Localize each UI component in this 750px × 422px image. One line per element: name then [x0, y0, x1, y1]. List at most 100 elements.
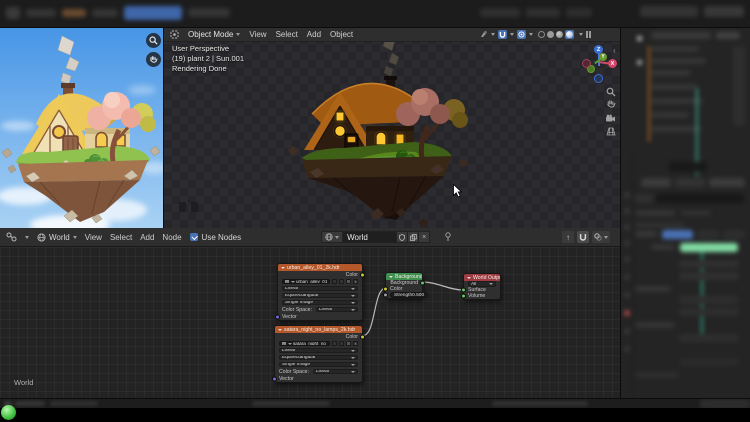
gizmo-y-axis[interactable]: Y [599, 53, 607, 61]
image-datablock[interactable]: satara_night_no_lamps_2k.hdr [279, 341, 330, 347]
node-header[interactable]: satara_night_no_lamps_2k.hdr [275, 326, 362, 333]
menu-select[interactable]: Select [276, 30, 298, 39]
vector-input-socket[interactable] [275, 314, 280, 319]
overlays-button[interactable] [592, 231, 610, 243]
mode-dropdown[interactable]: Object Mode [188, 30, 240, 39]
fake-user-button[interactable] [397, 231, 408, 243]
viewport-3d[interactable]: Object Mode View Select Add Object [163, 28, 620, 228]
volume-input-socket[interactable] [461, 294, 466, 299]
node-env-texture-2[interactable]: satara_night_no_lamps_2k.hdr Color satar… [274, 325, 363, 383]
viewport-header: Object Mode View Select Add Object [164, 28, 620, 42]
sidebar-toggle-arrow[interactable]: ‹ [613, 46, 616, 55]
world-datablock: World × [321, 231, 430, 243]
collapse-icon[interactable] [278, 329, 282, 331]
target-dropdown[interactable]: All [468, 281, 496, 287]
source-dropdown[interactable]: Single Image [282, 300, 358, 306]
chevron-down-icon[interactable] [510, 33, 514, 36]
camera-icon [605, 114, 616, 123]
color-input-socket[interactable] [383, 287, 388, 292]
gizmo-z-neg-axis[interactable] [594, 74, 603, 83]
datablock-type-button[interactable] [321, 231, 343, 243]
folder-icon[interactable] [346, 279, 351, 284]
color-space-dropdown[interactable]: Linear [316, 307, 358, 313]
snap-button[interactable] [577, 231, 589, 243]
divider [633, 156, 634, 398]
menu-add[interactable]: Add [307, 30, 321, 39]
datablock-name-field[interactable]: World [343, 231, 397, 243]
chevron-down-icon[interactable] [25, 236, 29, 239]
unlink-icon[interactable]: × [353, 341, 358, 346]
node-world-output[interactable]: World Output All Surface Volume [463, 273, 501, 300]
shader-type-dropdown[interactable]: World [37, 233, 77, 242]
interpolation-dropdown[interactable]: Linear [279, 348, 358, 354]
zoom-button[interactable] [146, 33, 161, 48]
camera-view-button[interactable] [604, 112, 617, 124]
viewport-pan-button[interactable] [604, 98, 617, 110]
folder-icon[interactable] [346, 341, 351, 346]
proportional-edit-button[interactable] [517, 30, 526, 39]
new-copy-button[interactable] [408, 231, 419, 243]
node-title: World Output [473, 275, 500, 281]
fake-user-icon[interactable] [332, 341, 337, 346]
node-header[interactable]: World Output [464, 274, 500, 281]
collapse-icon[interactable] [281, 267, 285, 269]
menu-select[interactable]: Select [110, 233, 132, 242]
menu-view[interactable]: View [249, 30, 266, 39]
collapse-icon[interactable] [467, 277, 471, 279]
pan-button[interactable] [146, 52, 161, 67]
use-nodes-toggle[interactable]: Use Nodes [190, 233, 242, 242]
vector-input-socket[interactable] [272, 376, 277, 381]
source-dropdown[interactable]: Single Image [279, 362, 358, 368]
copy-icon[interactable] [339, 341, 344, 346]
projection-dropdown[interactable]: Equirectangular [279, 355, 358, 361]
node-header[interactable]: urban_alley_01_2k.hdr [278, 264, 362, 271]
menu-view[interactable]: View [85, 233, 102, 242]
collapse-icon[interactable] [389, 276, 393, 278]
image-datablock[interactable]: urban_alley_01_2k.hdr [282, 279, 330, 285]
interpolation-dropdown[interactable]: Linear [282, 286, 358, 292]
editor-type-icon[interactable] [6, 232, 17, 242]
node-background[interactable]: Background Background Color Strength 0.5… [385, 272, 423, 299]
shader-editor[interactable]: urban_alley_01_2k.hdr Color urban_alley_… [0, 228, 620, 398]
menu-node[interactable]: Node [162, 233, 181, 242]
color-output-socket[interactable] [360, 272, 365, 277]
fake-user-icon[interactable] [332, 279, 337, 284]
world-icon [37, 233, 46, 242]
circle-dot-icon [518, 31, 525, 38]
node-env-texture-1[interactable]: urban_alley_01_2k.hdr Color urban_alley_… [277, 263, 363, 321]
shield-icon [399, 234, 405, 241]
parent-links-button[interactable]: ↑ [562, 231, 574, 243]
strength-input-socket[interactable] [383, 293, 388, 298]
blurred-item [566, 8, 592, 17]
green-value-slider [680, 243, 738, 252]
projection-dropdown[interactable]: Equirectangular [282, 293, 358, 299]
material-shading-button[interactable] [556, 31, 563, 38]
node-header[interactable]: Background [386, 273, 422, 280]
chevron-down-icon[interactable] [529, 33, 533, 36]
unlink-icon[interactable]: × [353, 279, 358, 284]
pin-icon[interactable] [444, 232, 452, 242]
surface-input-socket[interactable] [461, 288, 466, 293]
wireframe-shading-button[interactable] [538, 31, 545, 38]
gizmo-x-axis[interactable]: X [608, 59, 617, 68]
background-output-socket[interactable] [420, 281, 425, 286]
chevron-down-icon[interactable] [579, 33, 583, 36]
rendered-shading-button[interactable] [565, 30, 574, 39]
snapping-button[interactable] [498, 30, 507, 39]
unlink-button[interactable]: × [419, 231, 430, 243]
color-output-socket[interactable] [360, 334, 365, 339]
solid-shading-button[interactable] [547, 31, 554, 38]
grid-icon [606, 127, 616, 136]
editor-type-icon[interactable] [170, 30, 179, 39]
color-space-dropdown[interactable]: Linear [313, 369, 358, 375]
menu-add[interactable]: Add [140, 233, 154, 242]
tool-settings-icon[interactable] [479, 30, 488, 39]
menu-object[interactable]: Object [330, 30, 353, 39]
image-editor[interactable] [0, 28, 163, 228]
ortho-toggle-button[interactable] [604, 125, 617, 137]
gizmo-x-neg-axis[interactable] [582, 59, 591, 68]
copy-icon[interactable] [339, 279, 344, 284]
pause-icon[interactable] [586, 31, 592, 38]
strength-slider[interactable]: Strength 0.500 [390, 292, 428, 298]
chevron-down-icon[interactable] [491, 33, 495, 36]
